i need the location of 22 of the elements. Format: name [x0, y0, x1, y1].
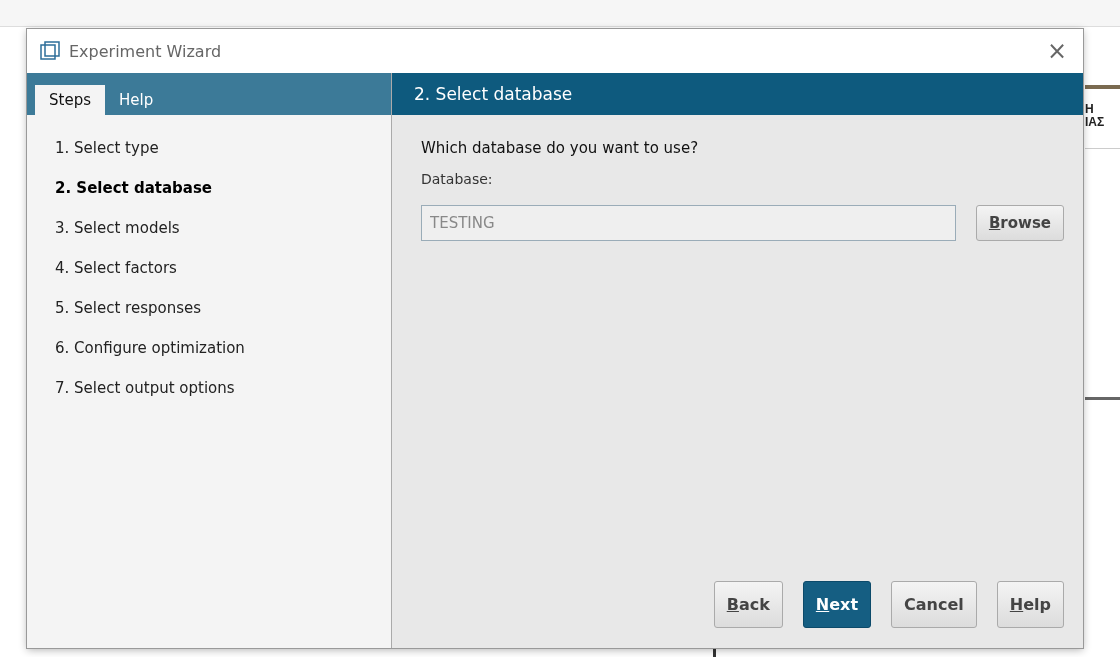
wizard-step: 5. Select responses	[55, 299, 391, 317]
window-icon	[39, 40, 61, 62]
column-heading: Η	[1085, 103, 1095, 116]
wizard-step: 7. Select output options	[55, 379, 391, 397]
wizard-button[interactable]: Next	[802, 581, 872, 628]
wizard-button[interactable]: Back	[713, 581, 783, 628]
question-text: Which database do you want to use?	[421, 139, 700, 157]
wizard-button[interactable]: Cancel	[891, 581, 977, 628]
sidebar-tab[interactable]: Steps	[35, 85, 105, 115]
wizard-step: 3. Select models	[55, 219, 391, 237]
wizard-step: 4. Select factors	[55, 259, 391, 277]
page-heading: 2. Select database	[392, 73, 1083, 115]
wizard-button[interactable]: Help	[996, 581, 1064, 628]
close-button[interactable]: ×	[1042, 37, 1071, 65]
browse-button[interactable]: Browse	[975, 205, 1064, 241]
wizard-step: 2. Select database	[55, 179, 391, 197]
column-heading: ΙΑΣ	[1085, 116, 1105, 129]
sidebar-tab[interactable]: Help	[104, 85, 168, 115]
window-title: Experiment Wizard	[69, 41, 223, 61]
field-label: Database:	[421, 171, 494, 187]
wizard-step: 1. Select type	[55, 139, 391, 157]
wizard-step: 6. Configure optimization	[55, 339, 391, 357]
